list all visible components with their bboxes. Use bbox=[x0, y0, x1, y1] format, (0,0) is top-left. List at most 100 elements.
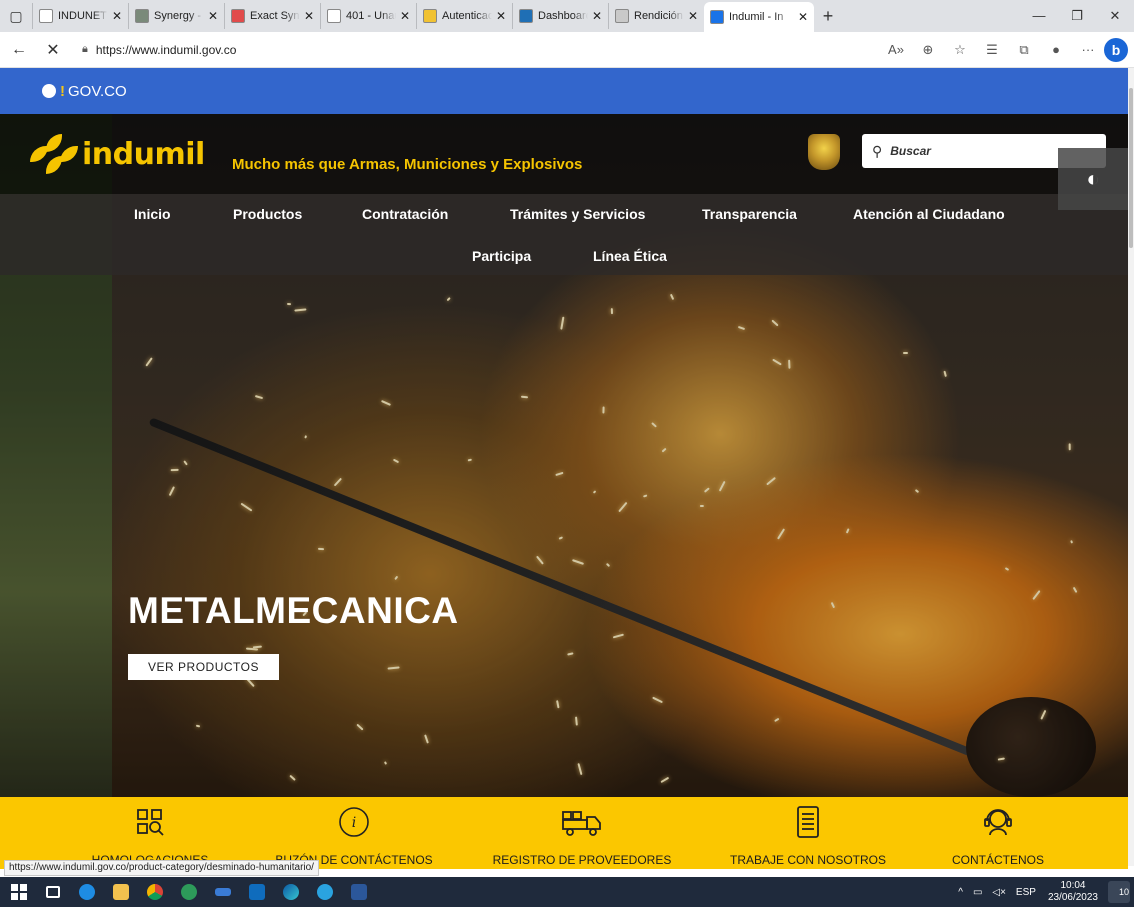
back-icon[interactable]: ← bbox=[4, 41, 34, 59]
browser-tab-strip: ▢ INDUNET -✕Synergy - B✕Exact Syner✕401 … bbox=[0, 0, 1134, 32]
bing-icon[interactable]: b bbox=[1104, 37, 1128, 62]
tab-close-icon[interactable]: ✕ bbox=[304, 9, 314, 23]
gov-seal-icon bbox=[42, 84, 56, 98]
restore-icon[interactable]: ❐ bbox=[1058, 8, 1096, 24]
form-icon bbox=[795, 805, 821, 839]
lock-icon: 🔒︎ bbox=[82, 43, 88, 55]
url-field[interactable]: 🔒︎ https://www.indumil.gov.co bbox=[82, 37, 802, 63]
close-window-icon[interactable]: ✕ bbox=[1096, 8, 1134, 24]
volume-icon[interactable]: ◁× bbox=[992, 887, 1006, 898]
indumil-logo[interactable]: indumil bbox=[30, 134, 205, 174]
tab-favicon-icon bbox=[231, 9, 245, 23]
language-indicator[interactable]: ESP bbox=[1016, 887, 1036, 898]
tab-close-icon[interactable]: ✕ bbox=[112, 9, 122, 23]
nav-productos[interactable]: Productos bbox=[233, 206, 302, 222]
network-icon[interactable]: ▭ bbox=[973, 887, 982, 898]
zoom-icon[interactable]: ⊕ bbox=[912, 42, 944, 58]
truck-icon bbox=[560, 805, 604, 839]
new-tab-button[interactable]: + bbox=[814, 6, 842, 27]
logo-text: indumil bbox=[82, 136, 205, 172]
browser-tab[interactable]: Indumil - In ✕ bbox=[704, 2, 814, 32]
clock-time: 10:04 bbox=[1060, 880, 1086, 891]
browser-tab[interactable]: 401 - Unaut ✕ bbox=[320, 3, 416, 29]
nav-tramites[interactable]: Trámites y Servicios bbox=[510, 206, 645, 222]
hero-title: METALMECANICA bbox=[128, 590, 459, 631]
outlook-icon[interactable] bbox=[242, 877, 272, 907]
search-document-icon bbox=[135, 805, 165, 839]
browser-tab[interactable]: INDUNET - ✕ bbox=[32, 3, 128, 29]
browser-tab[interactable]: Exact Syner ✕ bbox=[224, 3, 320, 29]
search-icon: ⚲ bbox=[872, 142, 883, 159]
tab-favicon-icon bbox=[519, 9, 533, 23]
task-view-icon[interactable] bbox=[38, 877, 68, 907]
tab-favicon-icon bbox=[327, 9, 341, 23]
search-input[interactable] bbox=[890, 144, 1071, 158]
nav-atencion[interactable]: Atención al Ciudadano bbox=[853, 206, 1005, 222]
status-url-tooltip: https://www.indumil.gov.co/product-categ… bbox=[4, 860, 319, 876]
quick-link-buzon[interactable]: i BUZÓN DE CONTÁCTENOS bbox=[254, 805, 454, 867]
scrollbar-thumb[interactable] bbox=[1129, 88, 1133, 248]
main-nav-row2: Participa Línea Ética bbox=[0, 248, 1128, 270]
edge-icon[interactable] bbox=[276, 877, 306, 907]
quick-links-bar: HOMOLOGACIONES i BUZÓN DE CONTÁCTENOS RE… bbox=[0, 797, 1128, 869]
more-icon[interactable]: ··· bbox=[1072, 42, 1104, 57]
system-tray: ^ ▭ ◁× ESP 10:04 23/06/2023 10 bbox=[948, 880, 1134, 904]
browser-tab[interactable]: Rendición c ✕ bbox=[608, 3, 704, 29]
contrast-toggle-icon[interactable]: ◐ bbox=[1058, 148, 1128, 210]
word-icon[interactable] bbox=[344, 877, 374, 907]
nav-linea-etica[interactable]: Línea Ética bbox=[593, 248, 667, 264]
url-text: https://www.indumil.gov.co bbox=[95, 42, 237, 57]
favorites-icon[interactable]: ☰ bbox=[976, 42, 1008, 58]
tab-favicon-icon bbox=[710, 10, 724, 24]
quick-link-homologaciones[interactable]: HOMOLOGACIONES bbox=[50, 805, 250, 867]
headset-icon bbox=[982, 805, 1014, 839]
favorite-add-icon[interactable]: ☆ bbox=[944, 42, 976, 58]
file-explorer-icon[interactable] bbox=[106, 877, 136, 907]
app-icon[interactable] bbox=[310, 877, 340, 907]
tab-close-icon[interactable]: ✕ bbox=[496, 9, 506, 23]
nav-contratacion[interactable]: Contratación bbox=[362, 206, 448, 222]
tab-actions-icon[interactable]: ▢ bbox=[0, 0, 32, 32]
nav-transparencia[interactable]: Transparencia bbox=[702, 206, 797, 222]
collections-icon[interactable]: ⧉ bbox=[1008, 42, 1040, 58]
tab-close-icon[interactable]: ✕ bbox=[688, 9, 698, 23]
tab-close-icon[interactable]: ✕ bbox=[592, 9, 602, 23]
quick-link-label: CONTÁCTENOS bbox=[951, 853, 1044, 867]
hero-banner: indumil Mucho más que Armas, Municiones … bbox=[0, 114, 1128, 797]
app-icon[interactable] bbox=[174, 877, 204, 907]
app-icon[interactable] bbox=[208, 877, 238, 907]
quick-link-contactenos[interactable]: CONTÁCTENOS bbox=[898, 805, 1098, 867]
gov-co-link[interactable]: GOV.CO bbox=[68, 83, 127, 100]
browser-tab[interactable]: Synergy - B ✕ bbox=[128, 3, 224, 29]
minimize-icon[interactable]: — bbox=[1020, 8, 1058, 24]
start-icon[interactable] bbox=[4, 877, 34, 907]
screen: ▢ INDUNET -✕Synergy - B✕Exact Syner✕401 … bbox=[0, 0, 1134, 907]
quick-link-proveedores[interactable]: REGISTRO DE PROVEEDORES bbox=[482, 805, 682, 867]
chrome-icon[interactable] bbox=[140, 877, 170, 907]
tab-close-icon[interactable]: ✕ bbox=[400, 9, 410, 23]
read-aloud-icon[interactable]: A» bbox=[880, 42, 912, 57]
internet-explorer-icon[interactable] bbox=[72, 877, 102, 907]
ver-productos-button[interactable]: VER PRODUCTOS bbox=[128, 654, 279, 680]
info-icon: i bbox=[337, 805, 371, 839]
nav-participa[interactable]: Participa bbox=[472, 248, 531, 264]
clock-date: 23/06/2023 bbox=[1047, 892, 1098, 903]
clock[interactable]: 10:04 23/06/2023 bbox=[1048, 880, 1098, 904]
quick-link-label: TRABAJE CON NOSOTROS bbox=[729, 853, 887, 867]
stop-icon[interactable]: ✕ bbox=[38, 40, 68, 60]
nav-inicio[interactable]: Inicio bbox=[134, 206, 171, 222]
quick-link-trabaje[interactable]: TRABAJE CON NOSOTROS bbox=[708, 805, 908, 867]
profile-icon[interactable]: ● bbox=[1040, 42, 1072, 57]
window-controls: — ❐ ✕ bbox=[1020, 8, 1134, 24]
browser-tab[interactable]: Dashboard ✕ bbox=[512, 3, 608, 29]
tab-close-icon[interactable]: ✕ bbox=[798, 10, 808, 24]
browser-tab[interactable]: Autenticaci ✕ bbox=[416, 3, 512, 29]
tab-favicon-icon bbox=[423, 9, 437, 23]
tab-close-icon[interactable]: ✕ bbox=[208, 9, 218, 23]
main-nav: Inicio Productos Contratación Trámites y… bbox=[0, 206, 1128, 228]
tab-title: Exact Syner bbox=[250, 10, 300, 22]
notifications-icon[interactable]: 10 bbox=[1108, 881, 1130, 903]
tray-arrow-icon[interactable]: ^ bbox=[958, 887, 963, 898]
browser-toolbar: A» ⊕ ☆ ☰ ⧉ ● ··· b bbox=[880, 37, 1134, 62]
svg-text:i: i bbox=[352, 815, 356, 831]
